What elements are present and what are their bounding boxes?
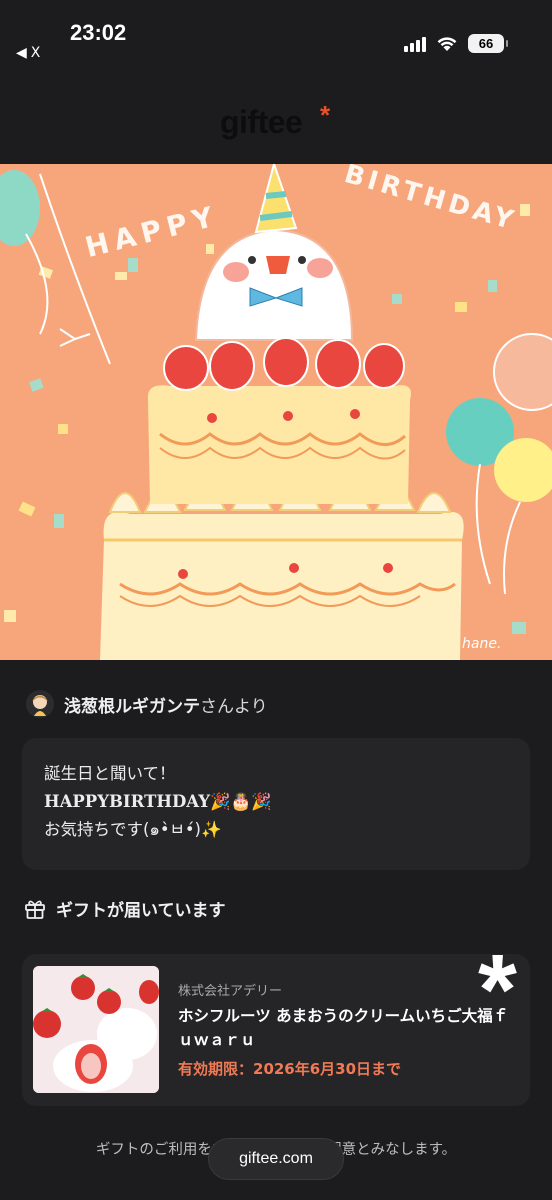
sender-suffix: さんより (200, 696, 268, 717)
gift-product-image (33, 966, 159, 1093)
status-bar: ◀ X 23:02 66 (0, 0, 552, 72)
wifi-icon (437, 36, 457, 51)
giftee-logo: giftee * (220, 100, 330, 141)
clock: 23:02 (70, 20, 127, 45)
battery-indicator: 66 (468, 34, 508, 53)
back-label: X (30, 45, 41, 61)
gift-box-icon (25, 900, 45, 919)
message-line: HAPPYBIRTHDAY🎉🎂🎉 (44, 792, 272, 811)
gift-expiry: 有効期限：2026年6月30日まで (178, 1060, 402, 1078)
logo-asterisk: * (320, 100, 330, 130)
sender-name: 浅葱根ルギガンテ (64, 696, 200, 717)
message-line: お気持ちです(๑•̀ㅂ•́)✨ (44, 820, 222, 839)
gift-item-card[interactable]: 株式会社アデリー ホシフルーツ あまおうのクリームいちご大福ｆｕｗａｒｕ 有効期… (22, 954, 530, 1106)
gift-heading-text: ギフトが届いています (56, 901, 226, 921)
gift-message: 誕生日と聞いて！ HAPPYBIRTHDAY🎉🎂🎉 お気持ちです(๑•̀ㅂ•́)… (22, 738, 530, 870)
gift-vendor: 株式会社アデリー (178, 984, 283, 999)
back-to-app-button[interactable]: ◀ X (16, 45, 40, 61)
birthday-card-image: HAPPY BIRTHDAY hane. (0, 164, 552, 660)
app-header: giftee * (0, 72, 552, 164)
strawberry-daifuku-illustration (33, 966, 159, 1093)
gift-section-heading: ギフトが届いています (24, 896, 226, 921)
status-icons: 66 (404, 34, 508, 53)
sender-avatar (26, 690, 54, 718)
asterisk-overlay-icon: * (478, 934, 517, 1046)
gift-product-name: ホシフルーツ あまおうのクリームいちご大福ｆｕｗａｒｕ (178, 1007, 509, 1049)
message-line: 誕生日と聞いて！ (44, 764, 176, 783)
avatar-character-icon (32, 695, 48, 716)
back-arrow-icon: ◀ (16, 45, 27, 61)
cellular-signal-icon (404, 36, 426, 52)
birthday-cake-illustration: HAPPY BIRTHDAY hane. (0, 164, 552, 660)
artist-signature: hane. (462, 636, 501, 652)
url-bar[interactable]: giftee.com (208, 1138, 344, 1180)
sender-row: 浅葱根ルギガンテ さんより (26, 690, 268, 718)
logo-text: giftee (220, 104, 303, 140)
